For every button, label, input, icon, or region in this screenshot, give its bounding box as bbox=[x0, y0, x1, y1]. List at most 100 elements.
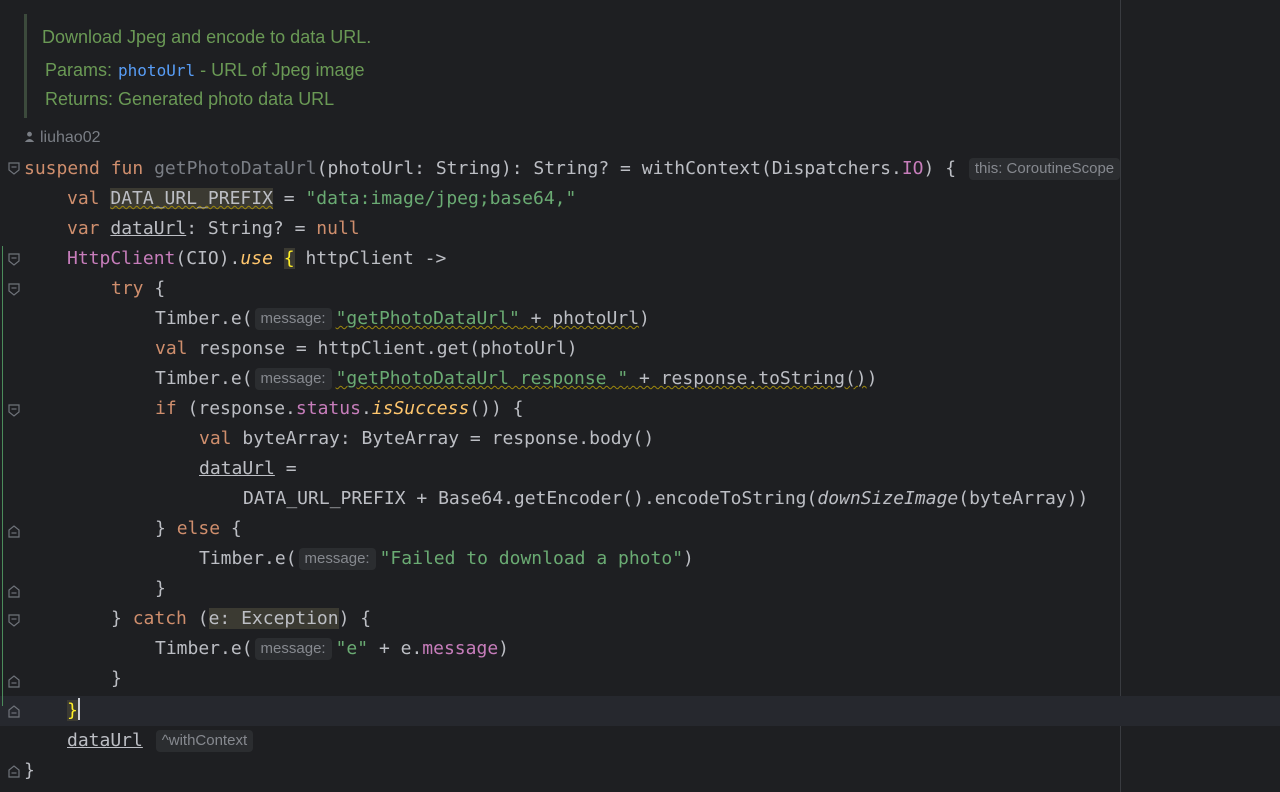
fold-icon[interactable] bbox=[8, 404, 20, 418]
code-text: Timber.e( bbox=[155, 308, 253, 329]
keyword: catch bbox=[132, 608, 187, 629]
code-text: . bbox=[360, 398, 372, 419]
string-literal: "getPhotoDataUrl" bbox=[335, 308, 520, 329]
code-line[interactable]: dataUrl ^withContext bbox=[67, 726, 257, 756]
code-text: Timber.e( bbox=[155, 638, 253, 659]
author-hint[interactable]: liuhao02 bbox=[24, 129, 101, 147]
code-line[interactable]: Timber.e(message: "getPhotoDataUrl" + pho… bbox=[155, 304, 650, 334]
code-text: ( bbox=[186, 608, 209, 629]
fold-end-icon[interactable] bbox=[8, 524, 20, 538]
code-line[interactable]: Timber.e(message: "e" + e.message) bbox=[155, 634, 509, 664]
code-text: byteArray: ByteArray = response.body() bbox=[231, 428, 655, 449]
code-text: ) { bbox=[338, 608, 372, 629]
string-literal: "getPhotoDataUrl response " bbox=[335, 368, 629, 389]
keyword: var bbox=[67, 218, 100, 239]
fold-end-icon[interactable] bbox=[8, 764, 20, 778]
keyword: else bbox=[176, 518, 221, 539]
code-text: + photoUrl bbox=[519, 308, 640, 329]
code-line[interactable]: Timber.e(message: "getPhotoDataUrl respon… bbox=[155, 364, 877, 394]
code-text: ) bbox=[498, 638, 509, 659]
code-text: (response. bbox=[176, 398, 296, 419]
code-text: } bbox=[155, 518, 177, 539]
matched-brace: } bbox=[67, 700, 78, 721]
code-line[interactable]: val response = httpClient.get(photoUrl) bbox=[155, 334, 578, 364]
string-literal: "e" bbox=[335, 638, 369, 659]
inlay-hint-message: message: bbox=[298, 548, 376, 570]
right-margin-guide bbox=[1120, 0, 1121, 792]
doc-returns-desc: Generated photo data URL bbox=[118, 89, 335, 109]
variable-name: dataUrl bbox=[199, 458, 275, 479]
string-literal: "Failed to download a photo" bbox=[379, 548, 684, 569]
code-line[interactable]: DATA_URL_PREFIX + Base64.getEncoder().en… bbox=[243, 484, 1088, 514]
inlay-hint-message: message: bbox=[254, 638, 332, 660]
code-text: { bbox=[143, 278, 166, 299]
code-line[interactable]: try { bbox=[111, 274, 165, 304]
code-line[interactable]: if (response.status.isSuccess()) { bbox=[155, 394, 524, 424]
variable-name: dataUrl bbox=[110, 218, 187, 239]
code-line[interactable]: } bbox=[155, 574, 166, 604]
code-line-current[interactable]: } bbox=[67, 696, 80, 726]
code-text: (byteArray)) bbox=[958, 488, 1089, 509]
keyword: suspend bbox=[24, 158, 100, 179]
keyword: val bbox=[155, 338, 188, 359]
code-text: } bbox=[155, 578, 166, 599]
code-text: = bbox=[272, 188, 306, 209]
user-icon bbox=[24, 131, 36, 145]
fold-icon[interactable] bbox=[8, 253, 20, 267]
keyword: try bbox=[111, 278, 144, 299]
doc-comment-bar bbox=[24, 14, 27, 118]
fold-icon[interactable] bbox=[8, 614, 20, 628]
inlay-hint-scope: this: CoroutineScope bbox=[968, 158, 1121, 180]
code-text: + response.toString() bbox=[628, 368, 867, 389]
code-text: Timber.e( bbox=[199, 548, 297, 569]
property: status bbox=[295, 398, 361, 419]
fold-icon[interactable] bbox=[8, 283, 20, 297]
string-literal: "data:image/jpeg;base64," bbox=[305, 188, 577, 209]
code-text: DATA_URL_PREFIX + Base64.getEncoder().en… bbox=[243, 488, 818, 509]
code-text: { bbox=[220, 518, 242, 539]
code-text: httpClient -> bbox=[294, 248, 447, 269]
fold-end-icon[interactable] bbox=[8, 674, 20, 688]
gutter-change-line bbox=[2, 246, 3, 706]
code-line[interactable]: var dataUrl: String? = null bbox=[67, 214, 360, 244]
code-line[interactable]: } catch (e: Exception) { bbox=[111, 604, 371, 634]
extension-function: use bbox=[240, 248, 273, 269]
code-text: } bbox=[111, 608, 133, 629]
code-line[interactable]: } else { bbox=[155, 514, 242, 544]
class-name: HttpClient bbox=[67, 248, 176, 269]
inlay-hint-message: message: bbox=[254, 368, 332, 390]
keyword: if bbox=[155, 398, 177, 419]
exception-param: e: Exception bbox=[208, 608, 339, 629]
variable-name: DATA_URL_PREFIX bbox=[110, 188, 273, 209]
code-line[interactable]: suspend fun getPhotoDataUrl(photoUrl: St… bbox=[24, 154, 1124, 184]
code-line[interactable]: Timber.e(message: "Failed to download a p… bbox=[199, 544, 694, 574]
code-text: : String? = bbox=[186, 218, 317, 239]
property: message bbox=[422, 638, 499, 659]
extension-function: isSuccess bbox=[371, 398, 470, 419]
doc-params-label: Params: bbox=[45, 60, 113, 80]
fold-end-icon[interactable] bbox=[8, 704, 20, 718]
code-line[interactable]: } bbox=[24, 756, 35, 786]
keyword: val bbox=[67, 188, 100, 209]
code-text: ) { bbox=[923, 158, 957, 179]
doc-returns-label: Returns: bbox=[45, 89, 114, 109]
code-text: (photoUrl: String): String? = withContex… bbox=[316, 158, 902, 179]
author-name: liuhao02 bbox=[40, 129, 101, 146]
matched-brace: { bbox=[283, 248, 295, 269]
code-text: + e. bbox=[368, 638, 423, 659]
doc-param-desc: - URL of Jpeg image bbox=[200, 60, 365, 80]
code-line[interactable]: dataUrl = bbox=[199, 454, 297, 484]
current-line-highlight bbox=[0, 696, 1280, 726]
code-line[interactable]: val byteArray: ByteArray = response.body… bbox=[199, 424, 654, 454]
fold-icon[interactable] bbox=[8, 162, 20, 176]
doc-summary: Download Jpeg and encode to data URL. bbox=[42, 27, 372, 47]
code-line[interactable]: val DATA_URL_PREFIX = "data:image/jpeg;b… bbox=[67, 184, 576, 214]
code-line[interactable]: } bbox=[111, 664, 122, 694]
code-line[interactable]: HttpClient(CIO).use { httpClient -> bbox=[67, 244, 446, 274]
code-text: ) bbox=[866, 368, 878, 389]
code-text: ) bbox=[683, 548, 694, 569]
inlay-hint-message: message: bbox=[254, 308, 332, 330]
code-text: = bbox=[274, 458, 297, 479]
doc-param-name[interactable]: photoUrl bbox=[118, 61, 195, 80]
fold-end-icon[interactable] bbox=[8, 584, 20, 598]
